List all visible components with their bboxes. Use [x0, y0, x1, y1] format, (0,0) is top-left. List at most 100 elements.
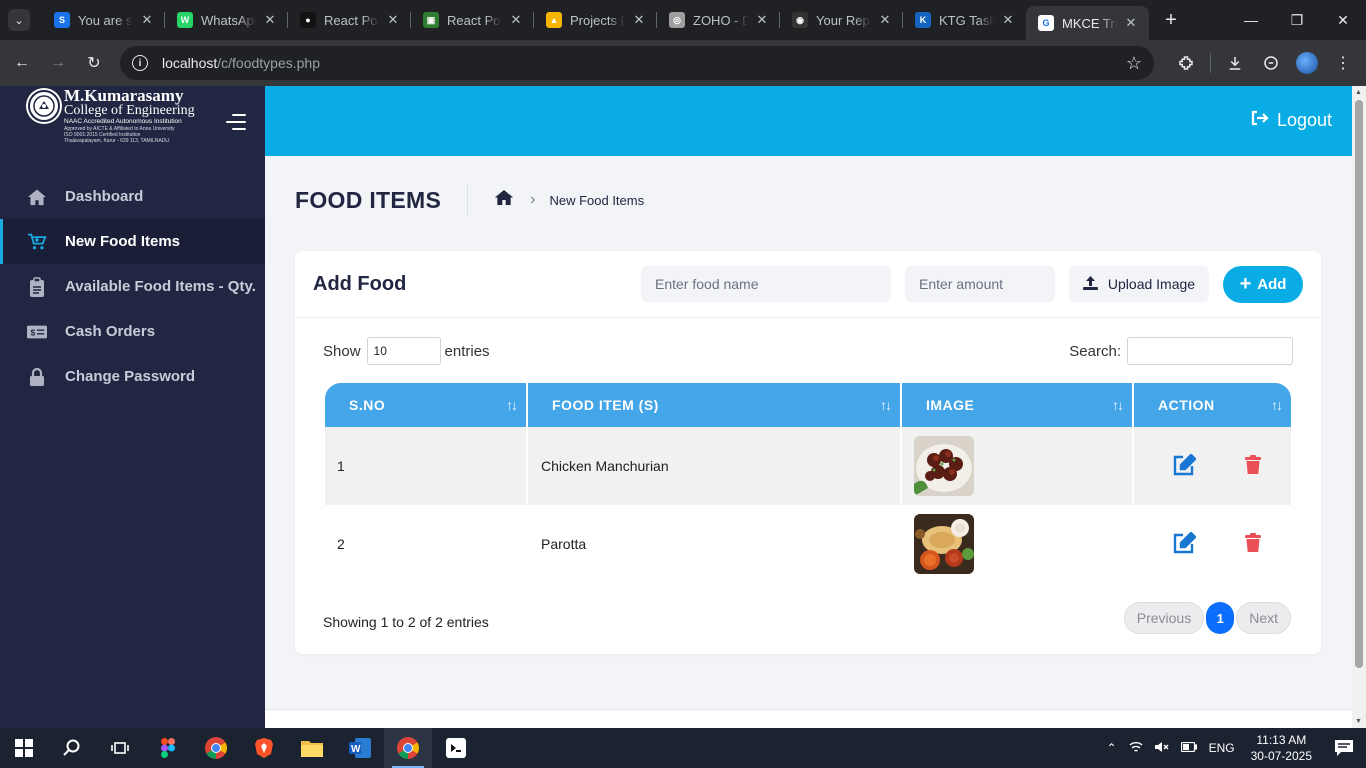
windows-start-icon[interactable]: [0, 728, 48, 768]
terminal-app-icon[interactable]: [432, 728, 480, 768]
tab-favicon-icon: ▣: [423, 12, 439, 28]
sidebar-item-new-food-items[interactable]: New Food Items: [0, 219, 265, 264]
column-label: IMAGE: [926, 397, 975, 413]
browser-tab[interactable]: G MKCE Tray ✕: [1026, 6, 1149, 40]
figma-icon[interactable]: [144, 728, 192, 768]
scroll-down-icon[interactable]: ▼: [1355, 718, 1362, 725]
sidebar-item-change-password[interactable]: Change Password: [0, 354, 265, 399]
address-bar[interactable]: i localhost/c/foodtypes.php ☆: [120, 46, 1154, 80]
browser-tab[interactable]: ◎ ZOHO - Dashboard ✕: [657, 0, 780, 40]
delete-icon[interactable]: [1245, 532, 1261, 556]
sidebar-item-available-food-items[interactable]: Available Food Items - Qty.: [0, 264, 265, 309]
edit-icon[interactable]: [1172, 452, 1197, 479]
logout-button[interactable]: Logout: [1251, 110, 1332, 131]
brave-icon[interactable]: [240, 728, 288, 768]
battery-icon[interactable]: [1180, 741, 1197, 755]
column-label: ACTION: [1158, 397, 1215, 413]
college-logo[interactable]: M.Kumarasamy College of Engineering NAAC…: [28, 87, 206, 158]
browser-menu-icon[interactable]: ⋮: [1325, 45, 1361, 81]
back-button[interactable]: ←: [4, 45, 40, 81]
forward-button[interactable]: →: [40, 45, 76, 81]
chrome-active-icon[interactable]: [384, 728, 432, 768]
column-header-action[interactable]: ACTION ↑↓: [1134, 383, 1291, 427]
sort-icon[interactable]: ↑↓: [1112, 397, 1124, 413]
notification-icon[interactable]: [1322, 740, 1366, 756]
search-icon[interactable]: [48, 728, 96, 768]
task-view-icon[interactable]: [96, 728, 144, 768]
logo-line-6: Thalavapalayam, Karur - 639 113, TAMILNA…: [64, 138, 171, 144]
browser-tab[interactable]: ◉ Your Repositories ✕: [780, 0, 903, 40]
sidebar-toggle-icon[interactable]: [226, 114, 246, 130]
tab-close-icon[interactable]: ✕: [262, 12, 278, 28]
sidebar-item-label: Dashboard: [65, 188, 144, 205]
browser-tab[interactable]: ● React Portfolio ✕: [288, 0, 411, 40]
home-icon: [27, 187, 47, 207]
table-search-input[interactable]: [1127, 337, 1293, 365]
scrollbar-thumb[interactable]: [1355, 100, 1363, 668]
plus-icon: +: [1239, 273, 1252, 295]
previous-page-button[interactable]: Previous: [1123, 602, 1205, 634]
tab-close-icon[interactable]: ✕: [631, 12, 647, 28]
column-header-food-item[interactable]: FOOD ITEM (S) ↑↓: [528, 383, 902, 427]
browser-tab[interactable]: ▲ Projects Drive ✕: [534, 0, 657, 40]
tab-close-icon[interactable]: ✕: [1000, 12, 1016, 28]
browser-tab[interactable]: S You are signed in ✕: [42, 0, 165, 40]
add-food-button[interactable]: + Add: [1223, 265, 1303, 303]
file-explorer-icon[interactable]: [288, 728, 336, 768]
column-header-sno[interactable]: S.NO ↑↓: [325, 383, 528, 427]
reload-button[interactable]: ↻: [76, 45, 112, 81]
new-tab-button[interactable]: +: [1157, 6, 1185, 34]
cell-actions: [1134, 427, 1291, 505]
logout-icon: [1251, 110, 1269, 131]
chrome-icon[interactable]: [192, 728, 240, 768]
site-info-icon[interactable]: i: [132, 55, 148, 71]
tab-search-button[interactable]: ⌄: [8, 9, 30, 31]
cell-sno: 2: [325, 505, 528, 583]
sidebar-item-cash-orders[interactable]: $ Cash Orders: [0, 309, 265, 354]
sort-icon[interactable]: ↑↓: [506, 397, 518, 413]
sort-icon[interactable]: ↑↓: [1271, 397, 1283, 413]
sidebar-item-dashboard[interactable]: Dashboard: [0, 174, 265, 219]
sync-icon[interactable]: [1253, 45, 1289, 81]
sidebar-item-label: New Food Items: [65, 233, 181, 250]
tab-close-icon[interactable]: ✕: [139, 12, 155, 28]
word-icon[interactable]: W: [336, 728, 384, 768]
entries-length-select[interactable]: 10: [366, 337, 441, 365]
browser-tab[interactable]: K KTG TaskFlow ✕: [903, 0, 1026, 40]
volume-muted-icon[interactable]: [1154, 741, 1169, 756]
upload-image-button[interactable]: Upload Image: [1069, 266, 1209, 302]
food-amount-input[interactable]: [905, 266, 1055, 302]
close-window-button[interactable]: ✕: [1320, 0, 1366, 40]
tab-close-icon[interactable]: ✕: [508, 12, 524, 28]
profile-avatar[interactable]: [1289, 45, 1325, 81]
tab-close-icon[interactable]: ✕: [754, 12, 770, 28]
next-page-button[interactable]: Next: [1236, 602, 1291, 634]
language-indicator[interactable]: ENG: [1209, 741, 1235, 755]
extensions-icon[interactable]: [1168, 45, 1204, 81]
browser-tab[interactable]: W WhatsApp ✕: [165, 0, 288, 40]
food-name-input[interactable]: [641, 266, 891, 302]
minimize-button[interactable]: —: [1228, 0, 1274, 40]
page-number-button[interactable]: 1: [1206, 602, 1235, 634]
bookmark-star-icon[interactable]: ☆: [1126, 53, 1142, 74]
page-scrollbar[interactable]: ▲ ▼: [1352, 86, 1366, 728]
tab-close-icon[interactable]: ✕: [385, 12, 401, 28]
tab-favicon-icon: ▲: [546, 12, 562, 28]
tray-expand-icon[interactable]: ⌃: [1107, 741, 1117, 755]
browser-tab[interactable]: ▣ React Portfolio ✕: [411, 0, 534, 40]
tab-title: WhatsApp: [201, 12, 256, 28]
delete-icon[interactable]: [1245, 454, 1261, 478]
column-header-image[interactable]: IMAGE ↑↓: [902, 383, 1134, 427]
clock[interactable]: 11:13 AM 30-07-2025: [1251, 732, 1312, 764]
edit-icon[interactable]: [1172, 530, 1197, 557]
downloads-icon[interactable]: [1217, 45, 1253, 81]
sort-icon[interactable]: ↑↓: [880, 397, 892, 413]
tab-close-icon[interactable]: ✕: [877, 12, 893, 28]
network-icon[interactable]: [1129, 741, 1143, 756]
breadcrumb-home-icon[interactable]: [494, 189, 514, 211]
logo-line-3: NAAC Accredited Autonomous Institution: [64, 118, 182, 125]
maximize-button[interactable]: ❐: [1274, 0, 1320, 40]
upload-image-label: Upload Image: [1107, 276, 1196, 292]
tab-close-icon[interactable]: ✕: [1123, 15, 1139, 31]
scroll-up-icon[interactable]: ▲: [1355, 89, 1362, 96]
